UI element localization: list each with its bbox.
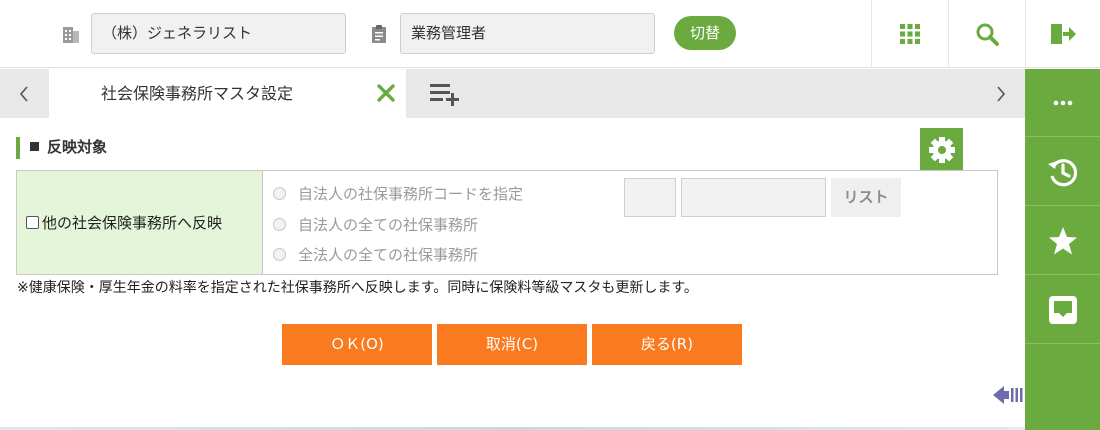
reflect-target-panel: 他の社会保険事務所へ反映 自法人の社保事務所コードを指定 自法人の全ての社保事務…: [16, 170, 998, 275]
settings-button[interactable]: [920, 128, 963, 171]
option-all-own-offices[interactable]: 自法人の全ての社保事務所: [273, 214, 478, 235]
reflect-checkbox-label[interactable]: 他の社会保険事務所へ反映: [42, 212, 222, 233]
gear-icon: [928, 136, 955, 163]
role-field[interactable]: 業務管理者: [400, 13, 655, 54]
more-button[interactable]: [1025, 69, 1100, 137]
list-button[interactable]: リスト: [831, 178, 901, 217]
office-code-to-input[interactable]: [681, 178, 826, 217]
star-icon: [1048, 226, 1077, 254]
favorites-button[interactable]: [1025, 207, 1100, 275]
office-code-from-input[interactable]: [624, 178, 676, 217]
company-field[interactable]: （株）ジェネラリスト: [91, 13, 346, 54]
add-tab-icon[interactable]: [429, 81, 461, 107]
ok-button[interactable]: ＯＫ(O): [282, 324, 432, 365]
tab-social-insurance-office-master[interactable]: 社会保険事務所マスタ設定: [49, 69, 406, 118]
tab-bar: 社会保険事務所マスタ設定: [0, 69, 1025, 118]
chevron-right-icon: [997, 85, 1006, 102]
tab-label: 社会保険事務所マスタ設定: [101, 84, 294, 103]
inbox-button[interactable]: [1025, 276, 1100, 344]
inbox-icon: [1048, 295, 1077, 324]
note-text: ※健康保険・厚生年金の料率を指定された社保事務所へ反映します。同時に保険料等級マ…: [17, 280, 698, 296]
history-button[interactable]: [1025, 138, 1100, 206]
option-label: 自法人の社保事務所コードを指定: [298, 185, 524, 203]
chevron-left-icon: [19, 85, 28, 102]
option-all-corporations-offices[interactable]: 全法人の全ての社保事務所: [273, 244, 478, 265]
section-title: 反映対象: [16, 137, 107, 159]
apps-grid-button[interactable]: [871, 0, 948, 68]
tab-scroll-right-button[interactable]: [977, 69, 1025, 118]
option-label: 自法人の全ての社保事務所: [298, 216, 479, 234]
reflect-checkbox-cell: 他の社会保険事務所へ反映: [17, 171, 263, 274]
option-specify-office-code[interactable]: 自法人の社保事務所コードを指定: [273, 183, 523, 204]
cancel-button[interactable]: 取消(C): [437, 324, 587, 365]
top-header: （株）ジェネラリスト 業務管理者 切替: [0, 0, 1100, 68]
switch-button[interactable]: 切替: [674, 16, 736, 50]
apps-grid-icon: [900, 24, 920, 44]
back-button[interactable]: 戻る(R): [592, 324, 742, 365]
logout-button[interactable]: [1025, 0, 1100, 68]
clipboard-icon: [372, 25, 386, 43]
tab-scroll-left-button[interactable]: [0, 69, 48, 118]
right-sidebar: [1025, 69, 1100, 430]
collapse-arrow-icon[interactable]: [993, 384, 1023, 406]
logout-icon: [1051, 24, 1076, 44]
reflect-checkbox[interactable]: [26, 216, 39, 229]
history-icon: [1047, 158, 1077, 186]
more-icon: [1053, 100, 1072, 105]
square-bullet-icon: [30, 142, 39, 151]
radio-button[interactable]: [273, 187, 286, 200]
section-title-text: 反映対象: [47, 138, 108, 156]
radio-button[interactable]: [273, 248, 286, 261]
option-label: 全法人の全ての社保事務所: [298, 246, 479, 264]
close-icon[interactable]: [375, 82, 397, 104]
search-icon: [976, 23, 999, 46]
radio-button[interactable]: [273, 218, 286, 231]
search-button[interactable]: [948, 0, 1025, 68]
building-icon: [63, 27, 79, 43]
